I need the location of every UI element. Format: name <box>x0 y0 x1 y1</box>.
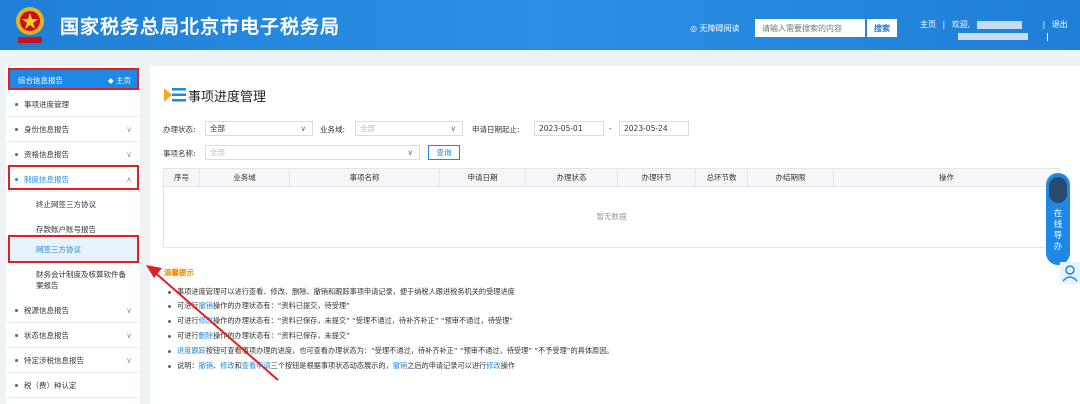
tip-line: 事项进度管理可以进行查看、修改、删除、撤销和跟踪事项申请记录，便于纳税人跟进税务… <box>168 287 515 297</box>
home-link[interactable]: 主页 <box>920 20 936 29</box>
tax-emblem-icon <box>16 7 44 43</box>
sidebar-sub-terminate[interactable]: 终止网签三方协议 <box>6 192 140 217</box>
sidebar-item-status[interactable]: 状态信息报告 ∨ <box>6 323 140 348</box>
col-date: 申请日期 <box>440 169 526 187</box>
accessibility-link[interactable]: ◎ 无障碍阅读 <box>690 23 740 34</box>
date-start-input[interactable]: 2023-05-01 <box>534 121 604 136</box>
col-name: 事项名称 <box>290 169 440 187</box>
col-status: 办理状态 <box>526 169 618 187</box>
empty-state: 暂无数据 <box>596 212 627 221</box>
highlight-system <box>8 165 139 190</box>
page-title: 事项进度管理 <box>188 90 267 105</box>
table-header: 序号 业务域 事项名称 申请日期 办理状态 办理环节 总环节数 办结期限 操作 <box>164 169 1059 187</box>
sidebar-top[interactable]: 综合信息报告 ◆ 主页 <box>8 68 139 90</box>
list-icon <box>164 88 186 102</box>
date-end-input[interactable]: 2023-05-24 <box>619 121 689 136</box>
header: 国家税务总局北京市电子税务局 ◎ 无障碍阅读 搜索 主页 | 欢迎, | 退出 <box>0 0 1080 50</box>
chevron-down-icon: ∨ <box>126 150 132 159</box>
sidebar-sub-accounting[interactable]: 财务会计制度及核算软件备 案报告 <box>6 269 140 291</box>
tip-line: 进度跟踪按钮可查看事项办理的进度，也可查看办理状态为：“受理不通过，待补齐补正”… <box>168 346 614 356</box>
date-label: 申请日期起止: <box>472 125 520 134</box>
col-deadline: 办结期限 <box>748 169 834 187</box>
chevron-down-icon: ∨ <box>126 356 132 365</box>
chevron-down-icon: ∨ <box>126 125 132 134</box>
sidebar-home-link[interactable]: ◆ 主页 <box>108 70 131 92</box>
tip-line: 说明：撤销、修改和查看申请三个按钮是根据事项状态动态展示的，撤销之后的申请记录可… <box>168 361 515 371</box>
header-links: 主页 | 欢迎, | 退出 <box>920 20 1068 29</box>
query-button[interactable]: 查询 <box>428 145 460 160</box>
progress-table: 序号 业务域 事项名称 申请日期 办理状态 办理环节 总环节数 办结期限 操作 … <box>163 168 1060 248</box>
track-link[interactable]: 进度跟踪 <box>177 346 206 355</box>
status-select[interactable]: 全部 ∨ <box>205 121 313 136</box>
user-service-icon[interactable] <box>1060 262 1080 284</box>
name-select[interactable]: 全部 ∨ <box>205 145 420 160</box>
modify-link[interactable]: 修改 <box>199 316 213 325</box>
domain-label: 业务域: <box>320 125 346 134</box>
chevron-down-icon: ∨ <box>126 306 132 315</box>
main-panel: 事项进度管理 办理状态: 全部 ∨ 业务域: 全部 ∨ 申请日期起止: 2023-0… <box>150 66 1080 404</box>
sidebar-item-progress[interactable]: 事项进度管理 <box>6 92 140 117</box>
sidebar: 综合信息报告 ◆ 主页 事项进度管理 身份信息报告 ∨ 资格信息报告 ∨ 制度信… <box>6 66 140 404</box>
delete-link[interactable]: 删除 <box>199 331 213 340</box>
revoke-link[interactable]: 撤销 <box>199 301 213 310</box>
sidebar-item-specific[interactable]: 特定涉税信息报告 ∨ <box>6 348 140 373</box>
chevron-down-icon: ∨ <box>300 124 307 133</box>
col-index: 序号 <box>164 169 200 187</box>
search-button[interactable]: 搜索 <box>867 19 897 37</box>
sidebar-item-qualification[interactable]: 资格信息报告 ∨ <box>6 142 140 167</box>
name-label: 事项名称: <box>163 149 196 158</box>
domain-select[interactable]: 全部 ∨ <box>355 121 463 136</box>
col-total: 总环节数 <box>696 169 748 187</box>
highlight-tripartite <box>8 235 139 263</box>
user-info <box>958 33 1028 40</box>
online-guide-button[interactable]: 在 线 导 办 <box>1046 173 1070 265</box>
col-domain: 业务域 <box>200 169 290 187</box>
col-stage: 办理环节 <box>618 169 696 187</box>
user-name <box>976 20 1022 29</box>
chevron-down-icon: ∨ <box>450 124 457 133</box>
logout-link[interactable]: 退出 <box>1052 20 1068 29</box>
tip-line: 可进行撤销操作的办理状态有：“资料已提交，待受理” <box>168 301 350 311</box>
tip-line: 可进行删除操作的办理状态有：“资料已保存，未提交” <box>168 331 350 341</box>
chevron-down-icon: ∨ <box>126 331 132 340</box>
assistant-avatar-icon <box>1049 177 1067 203</box>
tips-title: 温馨提示 <box>164 268 194 277</box>
search-input[interactable] <box>755 19 865 37</box>
site-title: 国家税务总局北京市电子税务局 <box>60 16 341 38</box>
sidebar-item-identity[interactable]: 身份信息报告 ∨ <box>6 117 140 142</box>
tip-line: 可进行修改操作的办理状态有：“资料已保存，未提交” “受理不通过，待补齐补正” … <box>168 316 513 326</box>
chevron-down-icon: ∨ <box>407 148 414 157</box>
sidebar-item-taxtype[interactable]: 税（费）种认定 <box>6 373 140 398</box>
status-label: 办理状态: <box>163 125 196 134</box>
col-actions: 操作 <box>939 173 954 182</box>
welcome-text: 欢迎, <box>951 20 971 29</box>
sidebar-item-taxsource[interactable]: 税源信息报告 ∨ <box>6 298 140 323</box>
